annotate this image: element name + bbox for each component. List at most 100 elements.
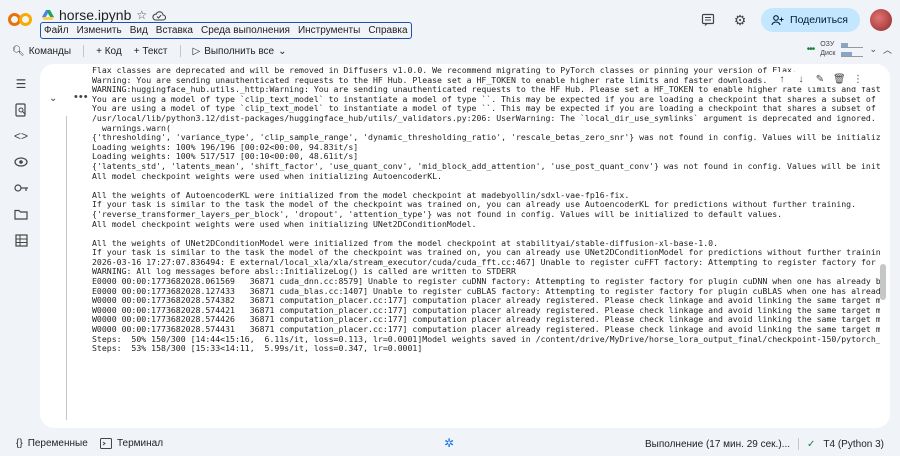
share-label: Поделиться [790,14,848,26]
output-line: If your task is similar to the task the … [92,248,880,258]
terminal-button[interactable]: Терминал [100,438,163,449]
gear-icon[interactable]: ⚙ [729,9,751,31]
output-line: Flax classes are deprecated and will be … [92,66,797,75]
cell-toolbar: ↑ ↓ ✎ 🗑︎ ⋮ [772,72,868,87]
cell-output-divider [66,116,67,420]
chevron-up-icon[interactable]: ︿ [883,43,892,56]
output-line: E0000 00:00:1773682028.061569 36871 cuda… [92,277,880,287]
disk-label: Диск [820,50,836,57]
output-line: warnings.warn( [92,123,171,133]
output-line: Loading weights: 100% 517/517 [00:10<00:… [92,152,359,162]
cloud-saved-icon[interactable] [152,10,167,21]
disk-bar [841,50,864,57]
output-line: W0000 00:00:1773682028.574431 36871 comp… [92,325,880,335]
menu-help[interactable]: Справка [368,25,407,36]
output-line: E0000 00:00:1773682028.127433 36871 cuda… [92,286,880,296]
secrets-icon[interactable] [13,154,29,170]
cell-output: Flax classes are deprecated and will be … [92,66,880,396]
status-bar: {} Переменные Терминал ✲ Выполнение (17 … [0,432,900,456]
find-icon[interactable] [13,102,29,118]
menu-tools[interactable]: Инструменты [298,25,360,36]
delete-icon[interactable]: 🗑︎ [833,74,846,85]
commands-button[interactable]: 🔍︎ Команды [12,46,71,57]
output-line: W0000 00:00:1773682028.574426 36871 comp… [92,315,880,325]
search-icon: 🔍︎ [12,45,25,57]
execution-status[interactable]: Выполнение (17 мин. 29 сек.)... [645,439,790,450]
output-line: All the weights of UNet2DConditionModel … [92,238,719,248]
output-line: /usr/local/lib/python3.12/dist-packages/… [92,113,876,123]
chevron-down-icon[interactable]: ⌄ [869,44,877,55]
disk-bar-fill [841,52,853,56]
check-icon: ✓ [807,438,816,450]
comments-icon[interactable] [697,9,719,31]
menu-edit[interactable]: Изменить [77,25,122,36]
output-line: If your task is similar to the task the … [92,200,857,210]
terminal-icon [100,438,112,449]
status-divider [798,438,800,450]
share-button[interactable]: Поделиться [761,8,860,32]
output-line: 2026-03-16 17:27:07.836494: E external/l… [92,257,876,267]
toolbar-divider [179,45,181,57]
ram-label: ОЗУ [820,41,835,48]
ram-bar-fill [841,43,849,47]
output-line: WARNING:huggingface_hub.utils._http:Warn… [92,85,880,95]
header: horse.ipynb ☆ Файл Изменить Вид Вставка … [0,0,900,42]
chevron-down-icon: ⌄ [278,45,287,57]
output-line: Warning: You are sending unauthenticated… [92,75,768,85]
avatar[interactable] [870,9,892,31]
output-line: W0000 00:00:1773682028.574421 36871 comp… [92,305,880,315]
notebook-panel: ⌄ ••• Flax classes are deprecated and wi… [40,64,890,428]
runtime-type[interactable]: T4 (Python 3) [823,439,884,450]
folder-icon[interactable] [13,206,29,222]
more-vertical-icon[interactable]: ⋮ [852,74,864,85]
ram-bar [841,41,864,48]
menu-view[interactable]: Вид [130,25,148,36]
output-line: WARNING: All log messages before absl::I… [92,267,516,277]
key-icon[interactable] [13,180,29,196]
status-right: Выполнение (17 мин. 29 сек.)... ✓ T4 (Py… [645,438,884,450]
output-line: Loading weights: 100% 196/196 [00:02<00:… [92,142,359,152]
menu-runtime[interactable]: Среда выполнения [201,25,290,36]
star-icon[interactable]: ☆ [136,8,147,22]
braces-icon: {} [16,438,23,449]
output-line: You are using a model of type `clip_text… [92,94,880,104]
resources-indicator[interactable]: ••• ОЗУ Диск ⌄ ︿ [807,40,892,58]
output-line: Steps: 50% 150/300 [14:44<15:16, 6.11s/i… [92,334,880,344]
edit-icon[interactable]: ✎ [814,74,826,85]
table-of-contents-icon[interactable]: ☰ [13,76,29,92]
arrow-down-icon[interactable]: ↓ [795,74,807,85]
add-text-button[interactable]: + Текст [134,46,168,57]
more-horizontal-icon[interactable]: ••• [74,91,89,103]
code-snippets-icon[interactable]: <> [13,128,29,144]
variables-button[interactable]: {} Переменные [16,438,88,449]
data-table-icon[interactable] [13,232,29,248]
toolbar: 🔍︎ Команды + Код + Текст ▷ Выполнить все… [0,42,900,60]
output-line: All model checkpoint weights were used w… [92,171,442,181]
drive-icon [42,10,54,20]
connected-icon: ••• [806,43,815,55]
add-code-button[interactable]: + Код [96,46,122,57]
run-all-button[interactable]: ▷ Выполнить все ⌄ [193,46,287,57]
output-line: {'latents_std', 'latents_mean', 'shift_f… [92,161,880,171]
resource-bars [841,41,864,57]
menu-file[interactable]: Файл [44,25,69,36]
output-line: All model checkpoint weights were used w… [92,219,477,229]
notebook-title[interactable]: horse.ipynb [59,7,131,23]
output-line: W0000 00:00:1773682028.574382 36871 comp… [92,296,880,306]
output-line: You are using a model of type `clip_text… [92,104,880,114]
resource-labels: ОЗУ Диск [820,40,835,58]
arrow-up-icon[interactable]: ↑ [776,74,788,85]
scrollbar-thumb[interactable] [880,264,886,300]
colab-logo-icon[interactable] [8,9,34,29]
collapse-cell-icon[interactable]: ⌄ [49,93,57,104]
play-icon: ▷ [192,45,201,57]
menu-insert[interactable]: Вставка [156,25,193,36]
menubar: Файл Изменить Вид Вставка Среда выполнен… [40,22,412,39]
output-line: Steps: 53% 158/300 [15:33<14:11, 5.99s/i… [92,344,423,354]
header-actions: ⚙ Поделиться [697,8,892,32]
sparkle-icon[interactable]: ✲ [444,436,454,450]
person-add-icon [771,14,784,25]
output-line: {'thresholding', 'variance_type', 'clip_… [92,133,880,143]
